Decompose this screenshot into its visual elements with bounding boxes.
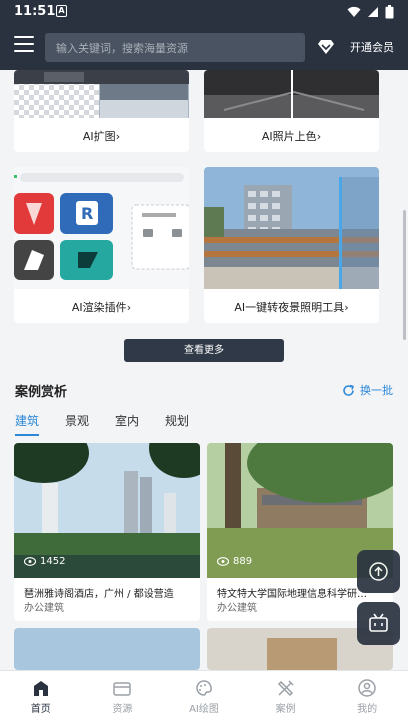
tab-landscape[interactable]: 景观 — [65, 412, 89, 436]
render-plugin-image: R — [14, 167, 189, 289]
chevron-right-icon: › — [126, 301, 132, 314]
feature-label: AI扩图 — [82, 130, 116, 143]
night-lighting-image — [204, 167, 379, 289]
battery-icon — [385, 5, 394, 19]
section-title: 案例赏析 — [15, 385, 68, 400]
app-header: 输入关键词，搜索海量资源 开通会员 — [0, 24, 408, 70]
status-icons — [347, 5, 394, 19]
eye-icon — [217, 557, 229, 566]
nav-ai-draw[interactable]: AI绘图 — [163, 671, 245, 725]
refresh-button[interactable]: 换一批 — [342, 382, 393, 398]
search-placeholder: 输入关键词，搜索海量资源 — [56, 42, 188, 55]
feature-label: AI一键转夜景照明工具 — [234, 301, 345, 314]
diamond-icon[interactable] — [317, 39, 335, 55]
back-to-top-button[interactable] — [357, 550, 400, 593]
nav-label: 资源 — [112, 704, 133, 715]
signal-icon — [368, 7, 378, 17]
palette-icon — [196, 680, 212, 696]
feature-card-outpaint[interactable]: AI扩图› — [14, 70, 189, 152]
view-count-value: 1452 — [40, 556, 66, 567]
status-time: 11:51 — [14, 4, 56, 19]
arrow-up-icon — [369, 562, 388, 581]
user-icon — [358, 679, 376, 697]
colorize-image — [204, 70, 379, 118]
feature-label: AI照片上色 — [261, 130, 317, 143]
case-card[interactable]: 1452 琶洲雅诗阁酒店，广州 / 都设营造 办公建筑 — [14, 443, 200, 621]
feature-label: AI渲染插件 — [71, 301, 127, 314]
tab-architecture[interactable]: 建筑 — [15, 412, 40, 436]
nav-label: 我的 — [357, 704, 378, 715]
case-title: 琶洲雅诗阁酒店，广州 / 都设营造 — [24, 589, 174, 600]
nav-profile[interactable]: 我的 — [326, 671, 408, 725]
nav-resources[interactable]: 资源 — [82, 671, 164, 725]
case-card[interactable] — [14, 628, 200, 670]
case-image — [14, 628, 200, 670]
case-type: 办公建筑 — [217, 603, 257, 614]
notification-icon: A — [56, 5, 67, 17]
tab-planning[interactable]: 规划 — [165, 412, 189, 436]
feature-card-render-plugin[interactable]: R AI渲染插件› — [14, 167, 189, 323]
nav-label: 案例 — [275, 704, 296, 715]
eye-icon — [24, 557, 36, 566]
outpaint-image — [14, 70, 189, 118]
refresh-label: 换一批 — [360, 384, 393, 397]
feature-card-night-lighting[interactable]: AI一键转夜景照明工具› — [204, 167, 379, 323]
chevron-right-icon: › — [316, 130, 322, 143]
folder-icon — [113, 682, 132, 696]
search-input[interactable]: 输入关键词，搜索海量资源 — [45, 33, 305, 62]
nav-label: AI绘图 — [189, 704, 219, 715]
feature-card-colorize[interactable]: AI照片上色› — [204, 70, 379, 152]
wifi-icon — [347, 6, 361, 17]
view-more-button[interactable]: 查看更多 — [124, 339, 284, 362]
bottom-nav: 首页 资源 AI绘图 案例 我的 — [0, 670, 408, 725]
view-count-value: 889 — [233, 556, 253, 567]
tv-icon — [369, 613, 388, 632]
menu-icon[interactable] — [14, 36, 34, 54]
chevron-right-icon: › — [115, 130, 121, 143]
nav-home[interactable]: 首页 — [0, 671, 82, 725]
home-icon — [33, 681, 48, 696]
svg-text:R: R — [81, 204, 93, 223]
tools-icon — [277, 680, 294, 697]
case-card[interactable]: 889 特文特大学国际地理信息科学研… 办公建筑 — [207, 443, 393, 621]
scrollbar[interactable] — [403, 210, 406, 340]
case-tabs: 建筑 景观 室内 规划 — [15, 412, 215, 436]
tab-interior[interactable]: 室内 — [115, 412, 139, 436]
status-bar: 11:51 A — [0, 0, 408, 24]
tv-button[interactable] — [357, 602, 400, 645]
nav-cases[interactable]: 案例 — [245, 671, 327, 725]
vip-button[interactable]: 开通会员 — [350, 39, 394, 55]
refresh-icon — [343, 384, 354, 396]
view-count: 889 — [217, 556, 252, 567]
case-type: 办公建筑 — [24, 603, 64, 614]
view-count: 1452 — [24, 556, 65, 567]
chevron-right-icon: › — [344, 301, 349, 314]
nav-label: 首页 — [30, 704, 51, 715]
